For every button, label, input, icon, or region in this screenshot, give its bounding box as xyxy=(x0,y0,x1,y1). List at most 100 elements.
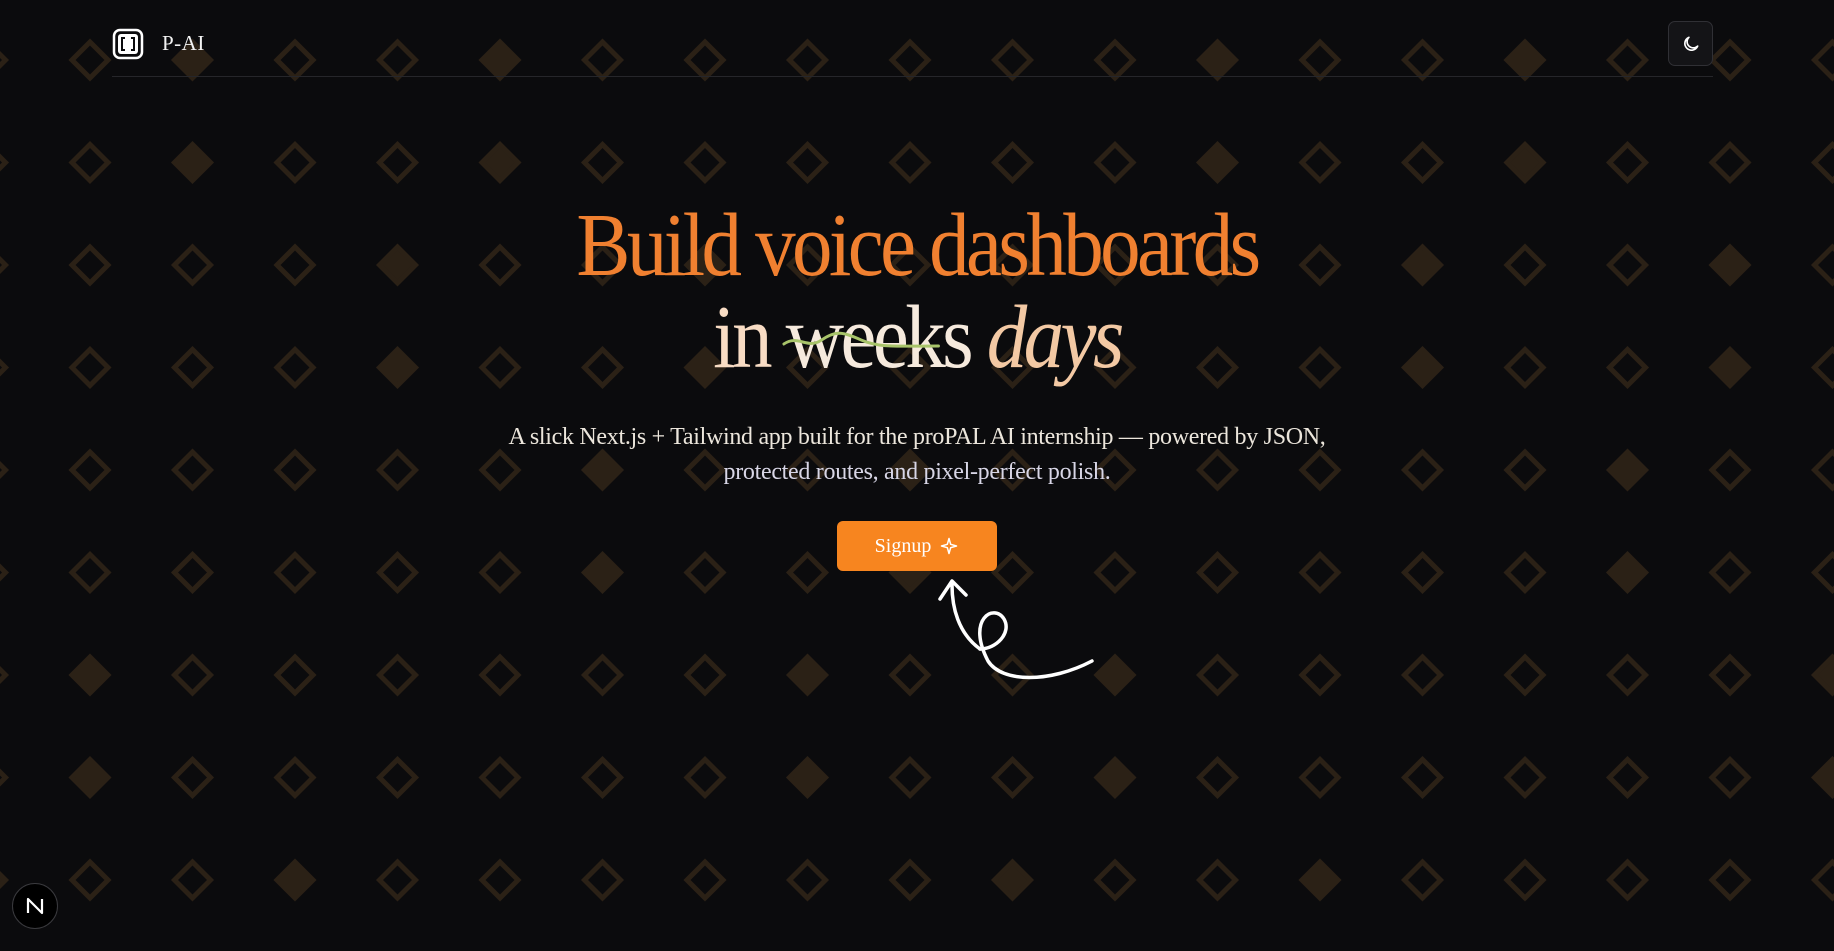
pattern-diamond xyxy=(0,768,10,787)
theme-toggle-button[interactable] xyxy=(1668,21,1713,66)
signup-label: Signup xyxy=(874,534,932,557)
pattern-diamond xyxy=(478,140,522,185)
pattern-diamond xyxy=(785,653,830,697)
pattern-diamond xyxy=(68,653,112,697)
hero-section: Build voice dashboards in weeks days A s… xyxy=(0,200,1834,571)
pattern-diamond xyxy=(1605,755,1650,800)
pattern-diamond xyxy=(1298,858,1342,902)
pattern-diamond xyxy=(1810,140,1834,185)
brand-name[interactable]: P-AI xyxy=(162,31,205,56)
pattern-diamond xyxy=(1503,755,1547,800)
pattern-diamond xyxy=(580,140,625,185)
pattern-diamond xyxy=(1810,653,1834,697)
pattern-diamond xyxy=(478,858,522,902)
pattern-diamond xyxy=(580,858,625,902)
pattern-diamond xyxy=(888,858,932,902)
pattern-diamond xyxy=(68,140,112,185)
headline-struck-word: weeks xyxy=(782,292,974,384)
pattern-diamond xyxy=(273,653,317,697)
pattern-diamond xyxy=(273,140,317,185)
pattern-diamond xyxy=(683,755,727,800)
pattern-diamond xyxy=(1298,653,1342,697)
headline-line2: in weeks days xyxy=(92,292,1743,384)
pattern-diamond xyxy=(1605,653,1650,697)
signup-button[interactable]: Signup xyxy=(837,521,997,571)
pattern-diamond xyxy=(1400,755,1445,800)
top-nav: P-AI xyxy=(112,0,1713,77)
pattern-diamond xyxy=(1605,140,1650,185)
pattern-diamond xyxy=(1708,755,1752,800)
pattern-diamond xyxy=(0,153,10,172)
headline-in: in xyxy=(713,288,772,387)
pattern-diamond xyxy=(170,858,215,902)
hero-headline: Build voice dashboards in weeks days xyxy=(92,200,1743,384)
pattern-diamond xyxy=(580,653,625,697)
pattern-diamond xyxy=(1503,140,1547,185)
pattern-diamond xyxy=(273,858,317,902)
pattern-diamond xyxy=(0,665,10,685)
pattern-diamond xyxy=(1605,858,1650,902)
pattern-diamond xyxy=(1093,858,1137,902)
pattern-diamond xyxy=(1708,38,1752,82)
pattern-diamond xyxy=(375,653,420,697)
subtitle-line1: A slick Next.js + Tailwind app built for… xyxy=(508,424,1326,450)
pattern-diamond xyxy=(0,50,10,70)
curly-arrow-icon xyxy=(938,579,1094,680)
pattern-diamond xyxy=(170,653,215,697)
pattern-diamond xyxy=(375,858,420,902)
pattern-diamond xyxy=(1093,140,1137,185)
pattern-diamond xyxy=(1400,140,1445,185)
pattern-diamond xyxy=(1195,140,1240,185)
pattern-diamond xyxy=(785,755,830,800)
pattern-diamond xyxy=(1810,755,1834,800)
pattern-diamond xyxy=(1400,653,1445,697)
pattern-diamond xyxy=(990,858,1035,902)
scribble-strike-icon xyxy=(782,331,940,348)
pattern-diamond xyxy=(1195,653,1240,697)
pattern-diamond xyxy=(1298,140,1342,185)
hero-subtitle: A slick Next.js + Tailwind app built for… xyxy=(0,420,1834,490)
pattern-diamond xyxy=(478,755,522,800)
pattern-diamond xyxy=(0,870,10,890)
moon-icon xyxy=(1683,36,1698,51)
pattern-diamond xyxy=(68,38,112,82)
pattern-diamond xyxy=(888,653,932,697)
pattern-diamond xyxy=(1810,858,1834,902)
subtitle-line2: protected routes, and pixel-perfect poli… xyxy=(723,459,1111,485)
nextjs-dev-badge[interactable] xyxy=(12,883,58,929)
pattern-diamond xyxy=(1708,653,1752,697)
pattern-diamond xyxy=(1503,858,1547,902)
pattern-diamond xyxy=(375,755,420,800)
pattern-diamond xyxy=(1708,140,1752,185)
bracket-logo-icon[interactable] xyxy=(112,28,144,60)
pattern-diamond xyxy=(170,755,215,800)
pattern-diamond xyxy=(785,858,830,902)
headline-line1: Build voice dashboards xyxy=(576,196,1261,295)
pattern-diamond xyxy=(1195,858,1240,902)
pattern-diamond xyxy=(990,140,1035,185)
pattern-diamond xyxy=(1810,38,1834,82)
pattern-diamond xyxy=(990,755,1035,800)
pattern-diamond xyxy=(1708,858,1752,902)
pattern-diamond xyxy=(888,140,932,185)
pattern-diamond xyxy=(888,755,932,800)
pattern-diamond xyxy=(1195,755,1240,800)
pattern-diamond xyxy=(1400,858,1445,902)
pattern-diamond xyxy=(1503,653,1547,697)
pattern-diamond xyxy=(68,858,112,902)
nextjs-icon xyxy=(26,897,44,915)
pattern-diamond xyxy=(273,755,317,800)
pattern-diamond xyxy=(683,653,727,697)
pattern-diamond xyxy=(375,140,420,185)
pattern-diamond xyxy=(68,755,112,800)
sparkle-icon xyxy=(941,537,958,555)
headline-days: days xyxy=(986,288,1125,387)
pattern-diamond xyxy=(683,858,727,902)
pattern-diamond xyxy=(785,140,830,185)
pattern-diamond xyxy=(683,140,727,185)
pattern-diamond xyxy=(1093,755,1137,800)
pattern-diamond xyxy=(478,653,522,697)
pattern-diamond xyxy=(170,140,215,185)
pattern-diamond xyxy=(1093,653,1137,697)
pattern-diamond xyxy=(580,755,625,800)
